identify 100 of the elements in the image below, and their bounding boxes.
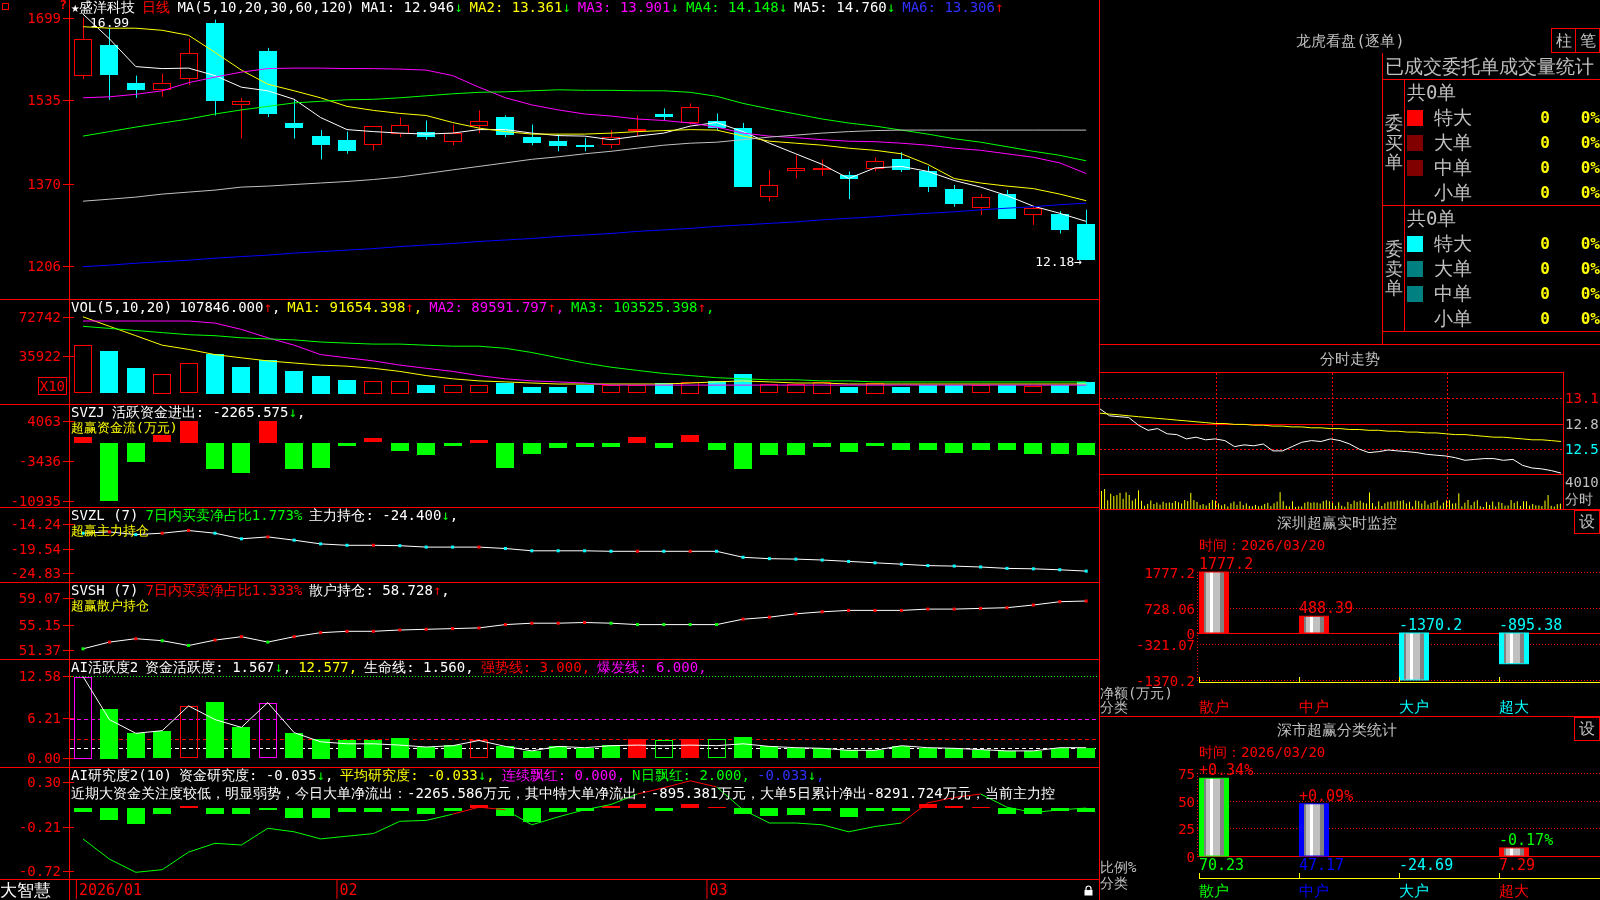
indicator-value: 日线 (142, 0, 171, 15)
axis-label: 59.07 (18, 591, 61, 606)
axis-title: 净额(万元) (1100, 686, 1173, 700)
indicator-value: 强势线: 3.000, (480, 660, 591, 675)
indicator-value: 散户持仓: 58.728↑, (309, 583, 450, 598)
axis-label: -0.72 (18, 863, 61, 879)
axis-label: 1535 (27, 92, 61, 108)
indicator-value: MA(5,10,20,30,60,120) (177, 0, 355, 15)
order-type-label: 小单 (1434, 305, 1472, 331)
axis-label: 1699 (27, 10, 61, 26)
axis-label: 0.30 (27, 774, 61, 790)
indicator-value: MA2: 13.361↓ (469, 0, 571, 15)
timestamp: 时间：2026/03/20 (1199, 536, 1326, 555)
indicator-value: ★盛洋科技 (71, 0, 136, 15)
indicator-value: MA4: 14.148↓ (685, 0, 788, 15)
date-label: 03 (706, 880, 728, 899)
order-type-label: 小单 (1434, 179, 1472, 205)
data-label: 488.39 (1299, 599, 1354, 618)
order-percent: 0% (1580, 259, 1600, 278)
data-label: 1777.2 (1199, 555, 1254, 573)
price-label: 16.99 (90, 14, 130, 30)
panel-title: 龙虎看盘(逐单) (1296, 31, 1405, 50)
axis-title: 比例% (1100, 859, 1137, 875)
indicator-value: 爆发线: 6.000, (597, 660, 707, 675)
axis-label: 13.1 (1565, 390, 1599, 406)
indicator-value: N日飘红: 2.000, (632, 768, 750, 783)
panel-title: 分时走势 (1320, 349, 1380, 368)
order-type-label: 特大 (1434, 104, 1472, 130)
value-label: 7.29 (1499, 856, 1536, 874)
indicator-value: MA2: 89591.797↑, (429, 300, 565, 315)
axis-label: 12.5 (1565, 441, 1599, 457)
order-type-label: 大单 (1434, 255, 1472, 281)
data-label: -1370.2 (1399, 616, 1463, 634)
axis-label: 1370 (27, 176, 61, 192)
axis-label: 35922 (18, 348, 61, 364)
indicator-value: 连续飘红: 0.000, (501, 768, 626, 783)
axis-label: -10935 (10, 493, 61, 509)
indicator-value: VOL(5,10,20) (71, 300, 173, 315)
indicator-title: 超赢资金流(万元) (71, 420, 178, 435)
table-title: 已成交委托单成交量统计 (1385, 54, 1594, 78)
order-percent: 0% (1580, 309, 1600, 328)
indicator-value: MA3: 103525.398↑, (571, 300, 715, 315)
axis-label: 72742 (18, 309, 61, 325)
axis-label: -3436 (18, 453, 61, 469)
axis-label: 4063 (27, 413, 61, 429)
order-count: 0 (1540, 183, 1550, 202)
axis-label: 12.58 (18, 668, 61, 684)
axis-label: -24.83 (10, 565, 61, 581)
order-count: 0 (1540, 309, 1550, 328)
axis-label: 50 (1178, 793, 1195, 810)
indicator-value: 12.577, (298, 660, 358, 675)
indicator-value: 资金研究度: -0.035↓, (179, 768, 334, 783)
side-label: 委买单 (1384, 112, 1403, 173)
indicator-value: MA1: 12.946↓ (361, 0, 463, 15)
axis-label: 728.06 (1144, 600, 1195, 617)
axis-label: 75 (1178, 765, 1195, 782)
category-label: 中户 (1299, 698, 1329, 716)
date-label: 02 (336, 880, 358, 899)
value-label: -24.69 (1399, 856, 1454, 874)
order-count: 0 (1540, 284, 1550, 303)
indicator-value: 活跃资金进出: -2265.575↓, (111, 405, 306, 420)
date-label: 2026/01 (75, 880, 143, 899)
data-label: -895.38 (1499, 616, 1563, 634)
axis-label: 12.8 (1565, 416, 1599, 431)
indicator-value: -0.033↓, (756, 768, 825, 783)
indicator-value: MA6: 13.306↑ (902, 0, 1004, 15)
category-label: 散户 (1199, 698, 1229, 716)
value-label: 47.17 (1299, 856, 1345, 874)
panel-title: 深市超赢分类统计 (1277, 720, 1397, 739)
order-percent: 0% (1580, 284, 1600, 303)
indicator-value: 资金活跃度: 1.567↓, (145, 660, 292, 675)
category-label: 大户 (1399, 882, 1429, 900)
indicator-value: SVZJ (71, 405, 105, 420)
change-label: +0.34% (1199, 762, 1254, 780)
indicator-value: 7日内买卖净占比1.333% (145, 583, 303, 598)
brand-label: 大智慧 (0, 880, 51, 900)
axis-label: 0.00 (27, 750, 61, 766)
order-total: 共0单 (1407, 79, 1457, 105)
axis-label: 0 (1186, 848, 1195, 865)
axis-label: 6.21 (27, 710, 61, 726)
order-count: 0 (1540, 133, 1550, 152)
indicator-value: 107846.000↑, (179, 300, 281, 315)
order-count: 0 (1540, 158, 1550, 177)
indicator-title: 超赢散户持仓 (71, 598, 149, 613)
change-label: +0.09% (1299, 786, 1354, 805)
panel-title: 深圳超赢实时监控 (1277, 513, 1397, 532)
indicator-value: SVZL (7) (71, 508, 139, 523)
axis-label: -0.21 (18, 819, 61, 835)
value-label: 70.23 (1199, 856, 1245, 874)
category-label: 超大 (1499, 882, 1529, 900)
order-percent: 0% (1580, 183, 1600, 202)
axis-title: 分类 (1100, 700, 1128, 714)
price-label: 12.18→ (1035, 254, 1083, 270)
axis-title: 分时 (1565, 491, 1593, 508)
axis-label: -19.54 (10, 541, 61, 557)
indicator-value: 平均研究度: -0.033↓, (340, 768, 495, 783)
help-icon: ? (59, 0, 67, 10)
order-percent: 0% (1580, 133, 1600, 152)
order-type-label: 大单 (1434, 129, 1472, 155)
indicator-value: SVSH (7) (71, 583, 139, 598)
